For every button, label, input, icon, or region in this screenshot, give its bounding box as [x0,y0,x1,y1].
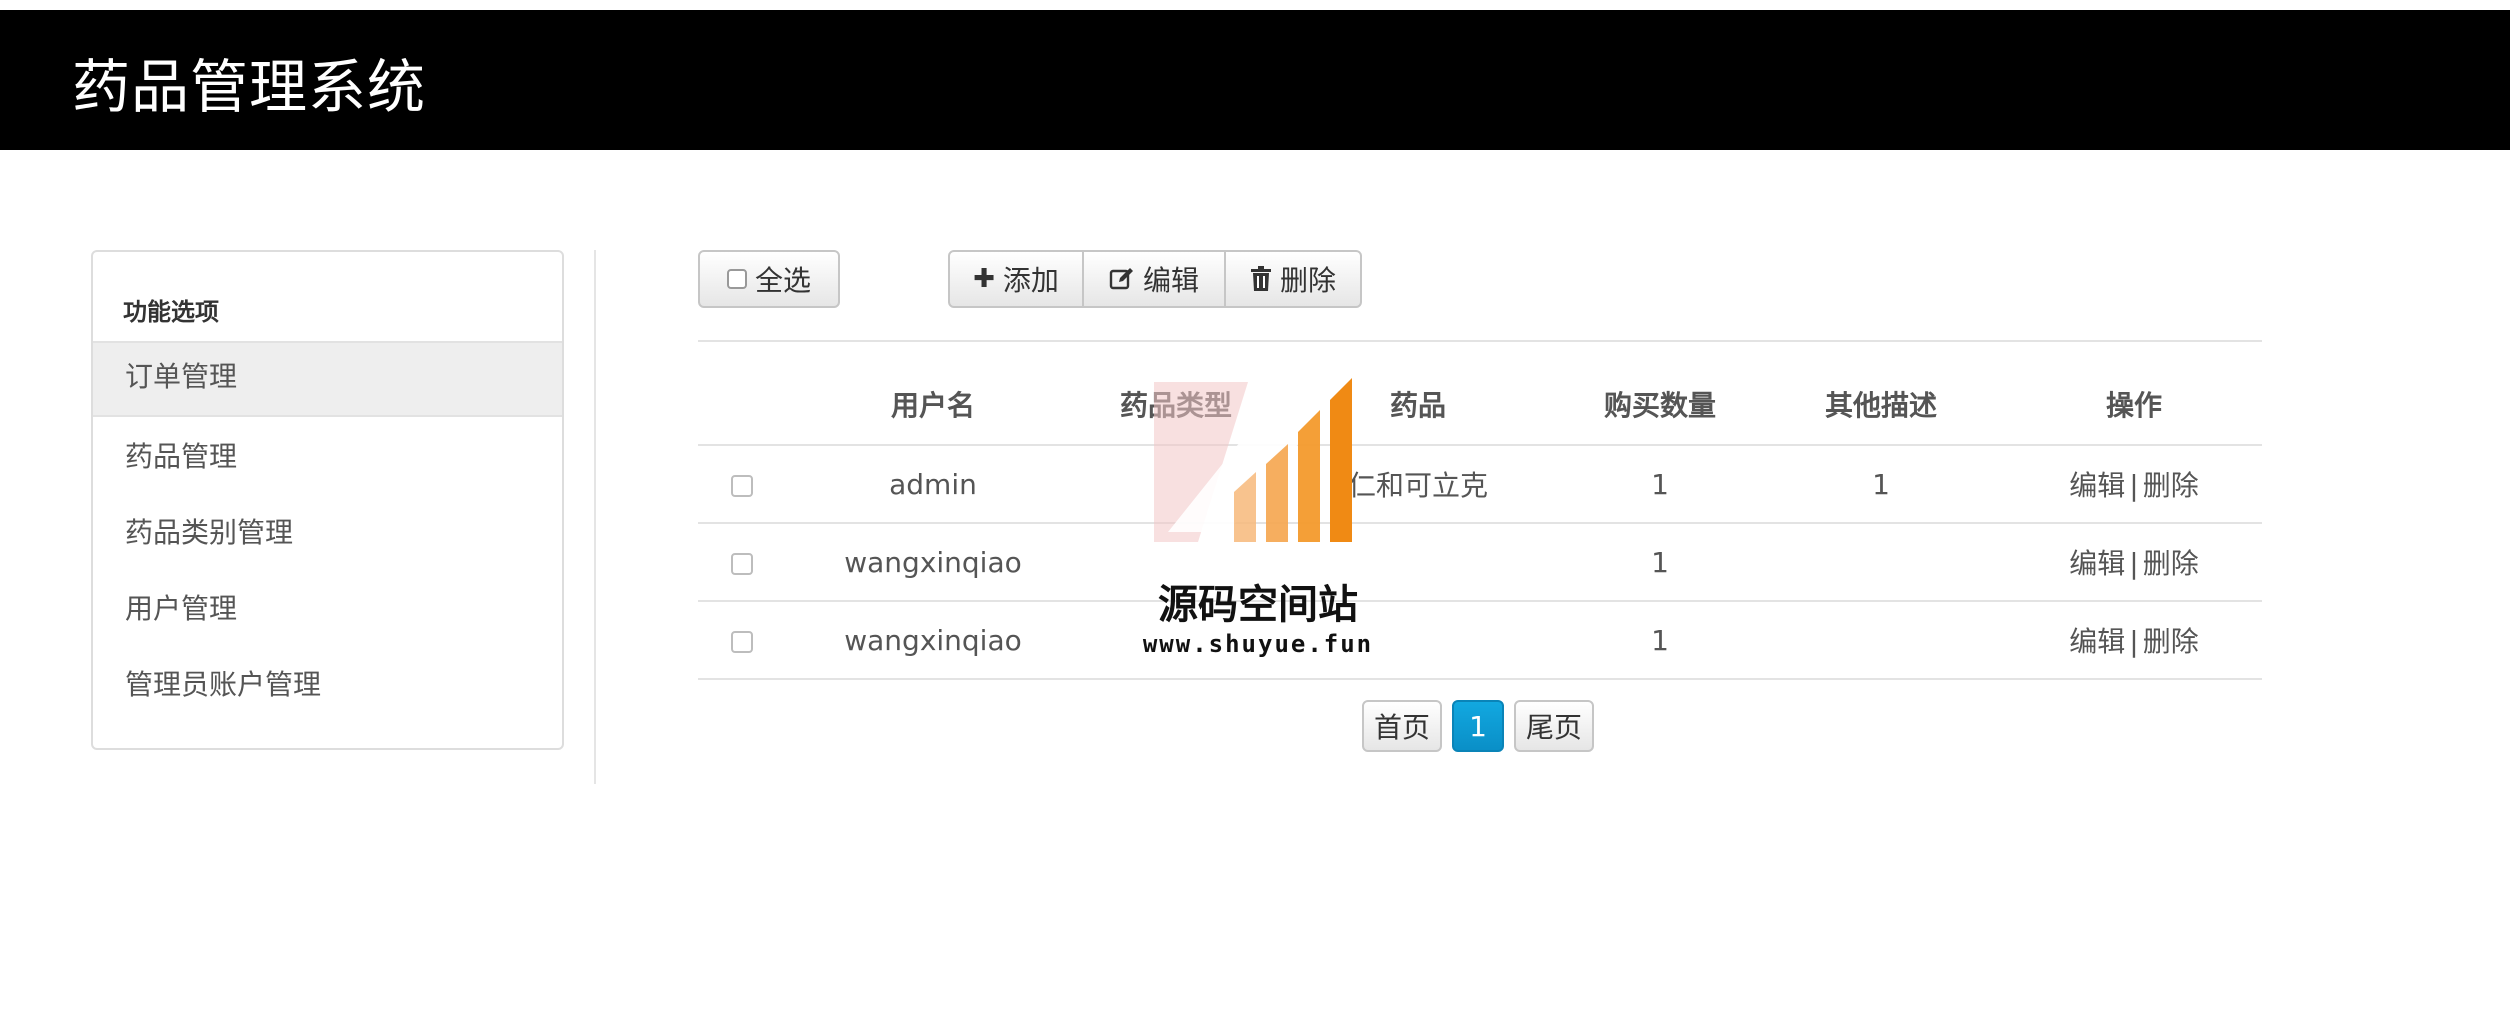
row-checkbox[interactable] [731,474,753,497]
edit-icon [1109,268,1133,290]
table-row: wangxinqiao 1 编辑 | 删除 [698,601,2262,680]
sidebar-panel: 功能选项 订单管理 药品管理 药品类别管理 用户管理 管理员账户管理 [91,250,564,750]
first-page-button[interactable]: 首页 [1362,700,1443,752]
sidebar-item-drug-categories[interactable]: 药品类别管理 [93,497,562,569]
row-delete-link[interactable]: 删除 [2143,469,2199,502]
table-row: wangxinqiao 1 编辑 | 删除 [698,523,2262,602]
cell-quantity: 1 [1564,523,1756,602]
top-navbar: 药品管理系统 [0,10,2510,150]
column-header-description: 其他描述 [1756,340,2006,446]
row-edit-link[interactable]: 编辑 [2069,625,2125,658]
row-checkbox[interactable] [731,630,753,653]
column-header-select [698,340,786,446]
sidebar-item-admin-accounts[interactable]: 管理员账户管理 [93,649,562,721]
last-page-button[interactable]: 尾页 [1514,700,1595,752]
trash-icon [1250,266,1271,291]
cell-username: wangxinqiao [786,523,1080,602]
cell-drug [1272,523,1564,602]
cell-drug-type [1080,601,1272,680]
column-header-quantity: 购买数量 [1564,340,1756,446]
column-header-username: 用户名 [786,340,1080,446]
cell-drug-type [1080,445,1272,524]
sidebar-header: 功能选项 [123,298,219,326]
row-checkbox[interactable] [731,552,753,575]
action-separator: | [2129,469,2139,502]
row-edit-link[interactable]: 编辑 [2069,469,2125,502]
delete-label: 删除 [1279,264,1336,297]
edit-label: 编辑 [1142,264,1199,297]
column-header-actions: 操作 [2006,340,2262,446]
cell-description [1756,601,2006,680]
sidebar-item-users[interactable]: 用户管理 [93,573,562,645]
row-delete-link[interactable]: 删除 [2143,625,2199,658]
table-row: admin 仁和可立克 1 1 编辑 | 删除 [698,445,2262,524]
plus-icon: ✚ [973,264,995,294]
cell-actions: 编辑 | 删除 [2006,445,2262,524]
add-button[interactable]: ✚ 添加 [948,250,1084,308]
cell-description: 1 [1756,445,2006,524]
vertical-divider [594,250,596,784]
sidebar-list: 订单管理 药品管理 药品类别管理 用户管理 管理员账户管理 [93,341,562,725]
pagination: 首页 1 尾页 [1362,700,1595,752]
column-header-drug-type: 药品类型 [1080,340,1272,446]
table-header-row: 用户名 药品类型 药品 购买数量 其他描述 操作 [698,340,2262,446]
action-button-group: ✚ 添加 编辑 删除 [948,250,1362,308]
current-page-button[interactable]: 1 [1452,700,1505,752]
cell-description [1756,523,2006,602]
cell-actions: 编辑 | 删除 [2006,601,2262,680]
row-delete-link[interactable]: 删除 [2143,547,2199,580]
edit-button[interactable]: 编辑 [1084,250,1226,308]
cell-drug: 仁和可立克 [1272,445,1564,524]
cell-username: admin [786,445,1080,524]
checkbox-icon [726,269,747,289]
select-all-button[interactable]: 全选 [698,250,840,308]
sidebar-item-drugs[interactable]: 药品管理 [93,421,562,493]
cell-username: wangxinqiao [786,601,1080,680]
add-label: 添加 [1002,264,1059,297]
sidebar-item-orders[interactable]: 订单管理 [93,341,562,417]
row-edit-link[interactable]: 编辑 [2069,547,2125,580]
cell-drug-type [1080,523,1272,602]
select-all-label: 全选 [754,264,811,297]
delete-button[interactable]: 删除 [1226,250,1362,308]
column-header-drug: 药品 [1272,340,1564,446]
orders-table: 用户名 药品类型 药品 购买数量 其他描述 操作 admin 仁和可立克 1 1… [698,340,2262,680]
cell-actions: 编辑 | 删除 [2006,523,2262,602]
cell-quantity: 1 [1564,445,1756,524]
cell-quantity: 1 [1564,601,1756,680]
action-separator: | [2129,547,2139,580]
action-separator: | [2129,625,2139,658]
cell-drug [1272,601,1564,680]
app-title: 药品管理系统 [72,53,427,121]
